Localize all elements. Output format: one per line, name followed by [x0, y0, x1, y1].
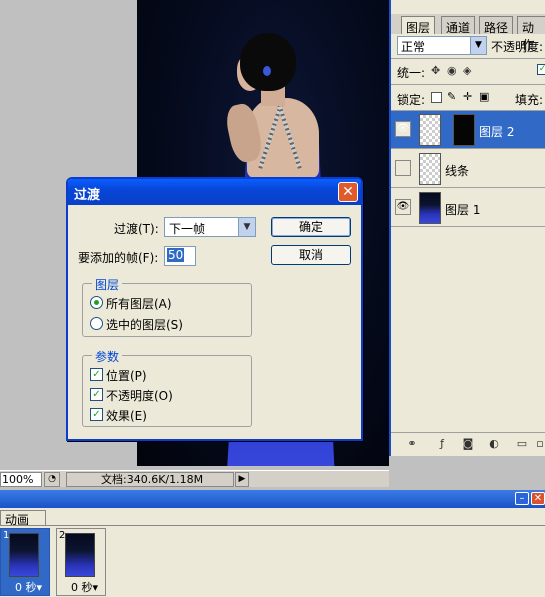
unify-label: 统一: — [397, 66, 426, 80]
eye-icon[interactable]: 👁 — [395, 121, 411, 137]
animation-panel: 动画 1 0 秒▾ 2 0 秒▾ — [0, 508, 545, 597]
all-layers-label: 所有图层(A) — [106, 297, 172, 311]
tab-actions[interactable]: 动作 — [517, 16, 545, 52]
cancel-button[interactable]: 取消 — [271, 245, 351, 265]
layers-panel-footer: ⚭ ƒ ◙ ◐ ▭ ▫ — [391, 432, 545, 456]
frame-thumbnail — [9, 533, 39, 577]
blend-mode-select[interactable]: 正常 ▼ — [397, 36, 487, 55]
minimize-icon[interactable]: – — [515, 492, 529, 505]
frame-thumbnail — [65, 533, 95, 577]
animation-frame[interactable]: 2 0 秒▾ — [56, 528, 106, 596]
opacity-label: 不透明度: — [491, 40, 544, 54]
hair-shape — [240, 33, 296, 91]
position-checkbox[interactable]: ✓ — [90, 368, 103, 381]
unify-visibility-icon[interactable]: ◉ — [447, 64, 457, 77]
close-icon[interactable]: ✕ — [338, 182, 358, 202]
lock-move-icon[interactable]: ✛ — [463, 90, 472, 103]
tween-with-label: 过渡(T): — [114, 222, 159, 236]
opacity-checkbox[interactable]: ✓ — [90, 388, 103, 401]
panel-tabbar: 图层 通道 路径 动作 — [391, 14, 545, 52]
lock-all-icon[interactable]: ▣ — [479, 90, 489, 103]
play-icon[interactable]: ▶ — [235, 472, 249, 487]
frames-to-add-input[interactable]: 50 — [164, 246, 196, 266]
layer-name: 图层 2 — [479, 125, 515, 139]
adjustment-layer-icon[interactable]: ◐ — [487, 438, 501, 450]
layer-mask-icon[interactable]: ◙ — [461, 438, 475, 450]
layer-name: 线条 — [445, 164, 470, 178]
layer-thumbnail — [419, 192, 441, 224]
layer-style-icon[interactable]: ƒ — [435, 438, 449, 450]
layers-panel: 图层 通道 路径 动作 正常 ▼ 不透明度: 统一: ✥ ◉ ◈ ✓ 锁定: ✎… — [389, 0, 545, 456]
blend-mode-value: 正常 — [401, 40, 426, 54]
parameters-group-title: 参数 — [92, 348, 123, 365]
lock-brush-icon[interactable]: ✎ — [447, 90, 456, 103]
chevron-down-icon: ▼ — [470, 37, 486, 54]
tab-layers[interactable]: 图层 — [401, 16, 436, 35]
position-label: 位置(P) — [106, 369, 147, 383]
tween-with-select[interactable]: 下一帧 ▼ — [164, 217, 256, 237]
animation-frame[interactable]: 1 0 秒▾ — [0, 528, 50, 596]
layer-thumbnail — [419, 114, 441, 146]
layer-row[interactable]: 👁 图层 1 — [391, 189, 545, 227]
unify-style-icon[interactable]: ◈ — [463, 64, 471, 77]
unify-position-icon[interactable]: ✥ — [431, 64, 440, 77]
selected-layers-label: 选中的图层(S) — [106, 318, 183, 332]
new-layer-icon[interactable]: ▫ — [533, 438, 545, 450]
tab-channels[interactable]: 通道 — [441, 16, 476, 35]
tween-dialog: 过渡 ✕ 过渡(T): 下一帧 ▼ 要添加的帧(F): 50 确定 取消 图层 … — [66, 177, 363, 441]
zoom-field[interactable]: 100% — [0, 472, 42, 487]
status-menu-icon[interactable]: ◔ — [44, 472, 60, 487]
chevron-down-icon: ▼ — [238, 218, 255, 236]
propagate-checkbox[interactable]: ✓ — [537, 64, 545, 75]
divider — [391, 58, 545, 59]
eye-icon[interactable]: 👁 — [395, 199, 411, 215]
tween-with-value: 下一帧 — [169, 222, 206, 236]
new-group-icon[interactable]: ▭ — [515, 438, 529, 450]
dialog-titlebar[interactable]: 过渡 ✕ — [68, 179, 361, 205]
ok-button[interactable]: 确定 — [271, 217, 351, 237]
effects-checkbox[interactable]: ✓ — [90, 408, 103, 421]
link-icon[interactable]: ⚭ — [405, 438, 419, 450]
lock-label: 锁定: — [397, 93, 426, 107]
layer-mask-thumbnail — [453, 114, 475, 146]
visibility-toggle[interactable] — [395, 160, 411, 176]
lock-transparency-icon[interactable] — [431, 92, 442, 103]
layer-thumbnail — [419, 153, 441, 185]
divider — [0, 525, 545, 526]
tab-paths[interactable]: 路径 — [479, 16, 514, 35]
earring-shape — [263, 66, 271, 76]
effects-label: 效果(E) — [106, 409, 147, 423]
frames-to-add-value: 50 — [167, 248, 185, 262]
selected-layers-radio[interactable] — [90, 317, 103, 330]
animation-titlebar: – ✕ — [0, 490, 545, 508]
document-info: 文档:340.6K/1.18M — [66, 472, 234, 487]
close-icon[interactable]: ✕ — [531, 492, 545, 505]
layers-group-title: 图层 — [92, 276, 123, 293]
layer-row[interactable]: 👁 图层 2 — [391, 111, 545, 149]
layer-row[interactable]: 线条 — [391, 150, 545, 188]
all-layers-radio[interactable] — [90, 296, 103, 309]
tab-animation[interactable]: 动画 — [0, 510, 46, 527]
layer-name: 图层 1 — [445, 203, 481, 217]
fill-label: 填充: — [515, 93, 544, 107]
divider — [391, 84, 545, 85]
frames-to-add-label: 要添加的帧(F): — [78, 251, 159, 265]
opacity-option-label: 不透明度(O) — [106, 389, 173, 403]
frame-delay-select[interactable]: 0 秒▾ — [71, 579, 98, 595]
dialog-title: 过渡 — [74, 188, 101, 203]
status-bar: 100% ◔ 文档:340.6K/1.18M ▶ — [0, 470, 389, 487]
frame-delay-select[interactable]: 0 秒▾ — [15, 579, 42, 595]
